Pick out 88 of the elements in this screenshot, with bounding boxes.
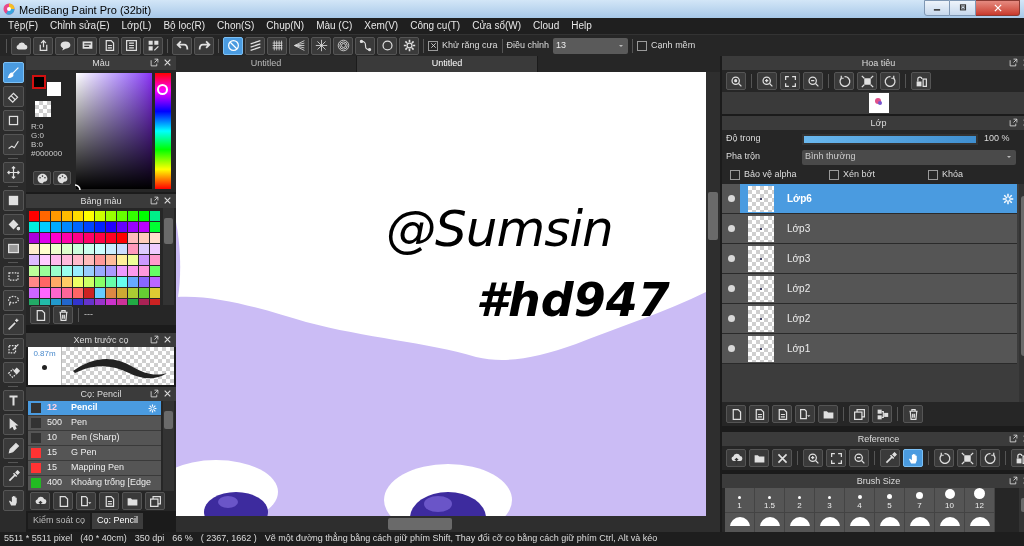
brush-list-item[interactable]: 15 Mapping Pen [28, 461, 161, 476]
menu-item[interactable]: Tệp(F) [2, 21, 44, 31]
menu-item[interactable]: Bộ lọc(R) [157, 21, 212, 31]
brush-name: Pen (Sharp) [71, 431, 120, 445]
brush-size-cell[interactable]: 3 [815, 488, 845, 532]
layer-name: Lớp3 [787, 222, 811, 236]
panel-title: Màu [92, 58, 110, 68]
opacity-reading: 100 % [984, 132, 1010, 146]
status-text: Vẽ một đường thẳng bằng cách giữ phím Shift, Thay đổi cỡ cọ bằng cách giữ phím Ctrl, Alt và kéo [264, 532, 658, 546]
layer-row[interactable]: Lớp1 [740, 334, 1017, 363]
brush-name: Khoảng trống [Edge [71, 476, 152, 490]
panel-title: Hoa tiêu [861, 58, 896, 68]
field-label: Pha trộn [726, 150, 762, 164]
layer-name: Lớp3 [787, 252, 811, 266]
menu-item[interactable]: Xem(V) [358, 21, 405, 31]
panel-title: Brush Size [856, 476, 901, 486]
status-text: ( 2367, 1662 ) [200, 532, 257, 546]
document-tab[interactable]: Untitled [176, 56, 357, 72]
panel-tab[interactable]: Cọ: Pencil [92, 513, 144, 529]
layer-name: Lớp6 [787, 192, 812, 206]
status-text: 350 dpi [134, 532, 165, 546]
menu-item[interactable]: Cửa sổ(W) [466, 21, 528, 31]
checkbox-label: Bảo vệ alpha [744, 168, 797, 182]
brush-size: 400 [47, 476, 64, 490]
panel-title: Bảng màu [80, 196, 122, 206]
blend-mode-dropdown[interactable]: Bình thường [802, 149, 1016, 165]
brush-size-cell[interactable]: 2 [785, 488, 815, 532]
brush-name: Pencil [71, 401, 98, 415]
menu-item[interactable]: Chỉnh sửa(E) [44, 21, 116, 31]
handwritten-text: @Sumsin [386, 204, 613, 254]
color-value: B:0 [31, 140, 44, 149]
menu-item[interactable]: Công cụ(T) [404, 21, 467, 31]
correction-dropdown[interactable]: 13 [553, 37, 629, 54]
panel-title: Cọ: Pencil [80, 389, 122, 399]
checkbox-label: Khóa [942, 168, 964, 182]
field-label: Điều chỉnh [506, 38, 550, 52]
brush-list-item[interactable]: 15 G Pen [28, 446, 161, 461]
brush-size: 12 [47, 401, 58, 415]
menu-item[interactable]: Chụp(N) [260, 21, 311, 31]
panel-title: Lớp [870, 118, 887, 128]
brush-size-reading: 0.87m [33, 349, 56, 359]
brush-name: Mapping Pen [71, 461, 125, 475]
layer-name: Lớp2 [787, 312, 811, 326]
layer-row[interactable]: Lớp3 [740, 214, 1017, 243]
layer-name: Lớp2 [787, 282, 811, 296]
layer-row[interactable]: Lớp3 [740, 244, 1017, 273]
handwritten-text: #hd947 [476, 277, 670, 323]
brush-list-item[interactable]: 500 Pen [28, 416, 161, 431]
brush-size-cell[interactable]: 7 [905, 488, 935, 532]
menu-item[interactable]: Lớp(L) [115, 21, 158, 31]
color-value: #000000 [31, 149, 64, 158]
brush-size: 10 [47, 431, 58, 445]
brush-size: 15 [47, 446, 58, 460]
status-text: 66 % [172, 532, 193, 546]
brush-size: 15 [47, 461, 58, 475]
document-tab[interactable]: Untitled [357, 56, 538, 72]
palette-name: --- [84, 308, 93, 322]
brush-size-cell[interactable]: 4 [845, 488, 875, 532]
status-text: (40 * 40cm) [80, 532, 127, 546]
brush-list-item[interactable]: 10 Pen (Sharp) [28, 431, 161, 446]
brush-size-cell[interactable]: 10 [935, 488, 965, 532]
checkbox-label: Cạnh mềm [651, 38, 696, 52]
menu-item[interactable]: Help [565, 21, 598, 31]
brush-list-item[interactable]: 400 Khoảng trống [Edge [28, 476, 161, 491]
brush-size: 500 [47, 416, 64, 430]
brush-name: G Pen [71, 446, 97, 460]
checkbox-label: Khử răng cưa [442, 38, 498, 52]
checkbox-label: Xén bớt [843, 168, 875, 182]
menu-item[interactable]: Cloud [527, 21, 566, 31]
layer-row[interactable]: Lớp2 [740, 274, 1017, 303]
brush-size-cell[interactable]: 1.5 [755, 488, 785, 532]
panel-title: Xem trước cọ [73, 335, 129, 345]
panel-tab[interactable]: Kiểm soát cọ [28, 513, 91, 529]
field-label: Độ trong [726, 132, 762, 146]
panel-title: Reference [857, 434, 900, 444]
color-value: G:0 [31, 131, 45, 140]
layer-row[interactable]: Lớp2 [740, 304, 1017, 333]
layer-name: Lớp1 [787, 342, 811, 356]
color-value: R:0 [31, 122, 45, 131]
brush-size-cell[interactable]: 1 [725, 488, 755, 532]
menu-item[interactable]: Màu (C) [310, 21, 359, 31]
drawing-canvas[interactable]: @Sumsin #hd947 [176, 72, 706, 516]
brush-name: Pen [71, 416, 87, 430]
brush-size-cell[interactable]: 12 [965, 488, 995, 532]
menu-item[interactable]: Chọn(S) [211, 21, 261, 31]
status-text: 5511 * 5511 pixel [4, 532, 73, 546]
window-title: MediBang Paint Pro (32bit) [19, 3, 152, 18]
brush-size-cell[interactable]: 5 [875, 488, 905, 532]
